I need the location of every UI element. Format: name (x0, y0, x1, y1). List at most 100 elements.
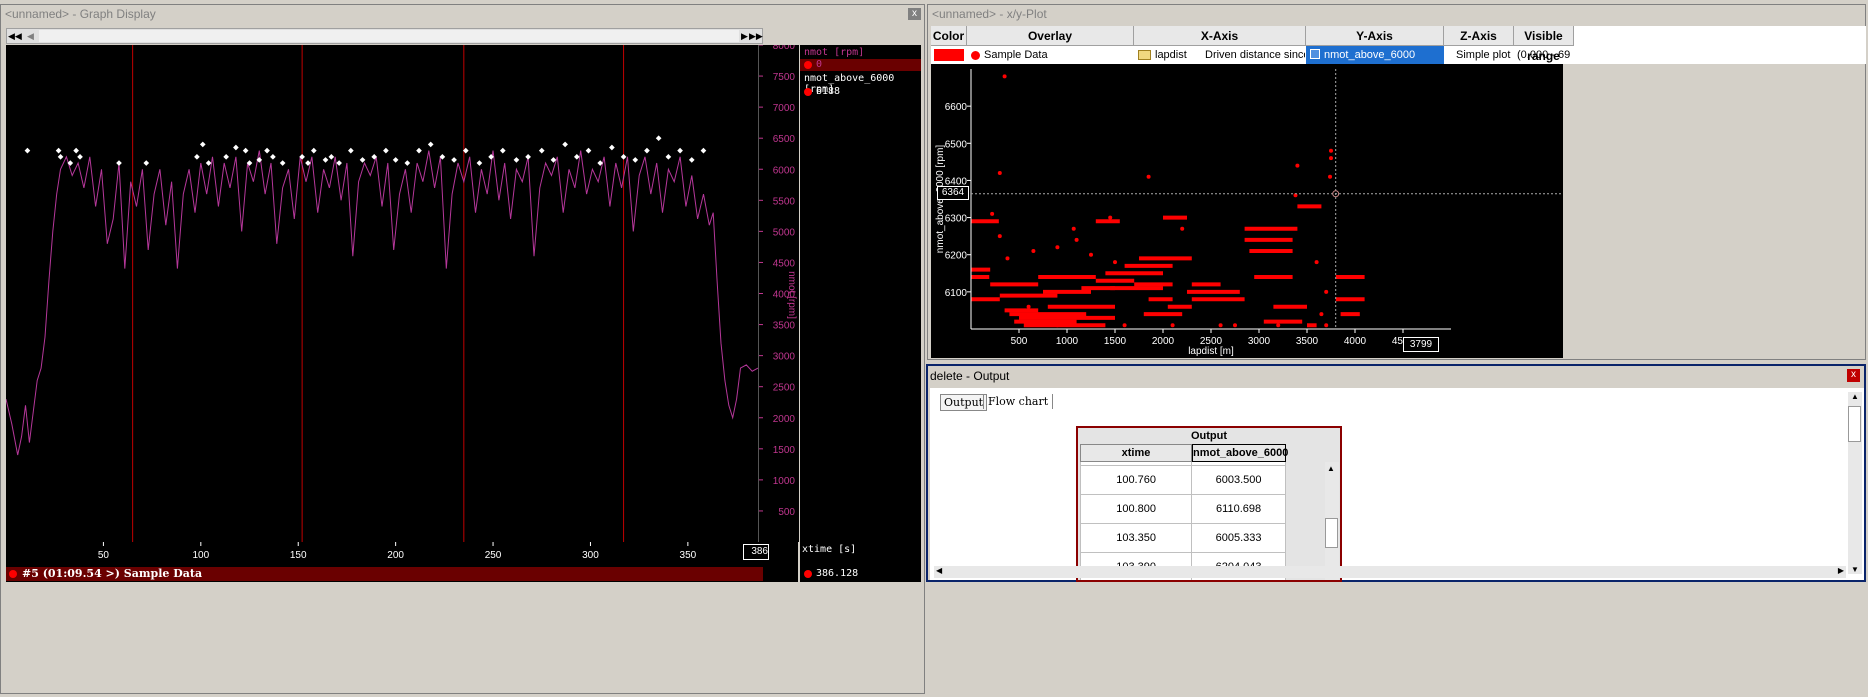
output-close-button[interactable]: x (1847, 369, 1860, 382)
rpm-line-chart[interactable] (6, 45, 758, 542)
scatter-point (1180, 226, 1185, 231)
xaxis-dot-icon (804, 570, 812, 578)
table-row[interactable]: 100.760 6003.500 (1080, 465, 1286, 495)
col-header-overlay[interactable]: Overlay (967, 26, 1134, 46)
xaxis-channel-box: xtime [s] (800, 542, 921, 566)
nav-scroll-thumb[interactable] (39, 30, 739, 42)
table-row[interactable]: 100.800 6110.698 (1080, 494, 1286, 524)
y-tick-label: 5500 (773, 196, 796, 207)
xaxis-value: 386.128 (816, 568, 859, 579)
nav-first-button[interactable]: ◀◀ (8, 29, 22, 43)
above-6000-marker (233, 144, 239, 151)
scatter-point (1074, 237, 1079, 242)
nav-next-button[interactable]: ▶ (741, 29, 748, 43)
tab-output[interactable]: Output (940, 394, 988, 411)
graph-display-title: <unnamed> - Graph Display (1, 5, 924, 23)
x-channel-name[interactable]: lapdist (1155, 45, 1205, 64)
col-header-x-axis[interactable]: X-Axis (1134, 26, 1306, 46)
scatter-point (1005, 256, 1010, 261)
above-6000-marker (451, 157, 457, 163)
xy-plot-window: <unnamed> - x/y-Plot x Color Overlay X-A… (927, 4, 1866, 360)
output-vertical-scrollbar[interactable]: ▲ ▼ (1848, 392, 1862, 574)
channel-nmot-label[interactable]: nmot [rpm] (804, 47, 864, 58)
channel-nmot-value-row[interactable]: 0 (800, 59, 921, 71)
above-6000-marker (270, 153, 276, 160)
xy-plot-area[interactable]: 5001000150020002500300035004000450061006… (931, 64, 1563, 358)
output-table-frame: Output xtime nmot_above_6000 100.760 6003… (1076, 426, 1342, 582)
scatter-point (1089, 252, 1093, 257)
cursor-y-value-box[interactable]: 6364 (937, 186, 969, 200)
scatter-point (1319, 312, 1324, 317)
status-lap-row[interactable]: #5 (01:09.54 >) Sample Data (6, 567, 763, 581)
scatter-point (997, 234, 1002, 239)
table-row[interactable]: 103.350 6005.333 (1080, 523, 1286, 553)
hscroll-left-icon[interactable]: ◀ (936, 566, 942, 575)
output-title-bar: delete - Output x (928, 366, 1864, 386)
scatter-point (1218, 323, 1223, 328)
above-6000-marker (688, 157, 695, 163)
vscroll-thumb[interactable] (1848, 406, 1861, 442)
cursor-x-value-box[interactable]: 386 (743, 544, 769, 560)
y-channel-cell[interactable]: nmot_above_6000 (1306, 46, 1444, 64)
scatter-point (1031, 249, 1036, 253)
x-tick-label: 100 (192, 550, 209, 561)
x-tick-label: 50 (98, 550, 110, 561)
above-6000-marker (55, 147, 62, 154)
rpm-vs-distance-scatter[interactable]: 5001000150020002500300035004000450061006… (931, 64, 1563, 358)
col-header-xtime[interactable]: xtime (1080, 444, 1192, 462)
above-6000-marker (322, 157, 329, 163)
vscroll-down-icon[interactable]: ▼ (1851, 565, 1859, 574)
nav-prev-button[interactable]: ◀ (27, 29, 34, 43)
x-tick-label: 200 (387, 550, 404, 561)
cursor-x-value-box-xy[interactable]: 3799 (1403, 337, 1439, 352)
overlay-table: Color Overlay X-Axis Y-Axis Z-Axis Visib… (931, 26, 1866, 64)
y-channel-name: nmot_above_6000 (1324, 49, 1416, 61)
col-header-y-axis[interactable]: Y-Axis (1306, 26, 1444, 46)
overlay-name[interactable]: Sample Data (984, 45, 1132, 64)
scatter-point (997, 171, 1002, 175)
scroll-thumb[interactable] (1325, 518, 1338, 548)
tab-flow-chart[interactable]: Flow chart (983, 394, 1054, 409)
output-table-scrollbar[interactable]: ▲ (1325, 462, 1339, 580)
cell-nmot-above-6000: 6110.698 (1191, 494, 1286, 524)
above-6000-marker (620, 153, 627, 160)
output-horizontal-scrollbar[interactable]: ◀ ▶ (934, 566, 1846, 578)
x-tick-label: 500 (1011, 336, 1028, 347)
cell-xtime: 103.350 (1080, 523, 1193, 553)
above-6000-marker (328, 153, 335, 160)
col-header-visible-range[interactable]: Visible range (1514, 26, 1574, 63)
y-tick-label: 2500 (773, 383, 796, 394)
x-axis-label: lapdist [m] (1188, 346, 1234, 357)
series-line-nmot (6, 150, 758, 456)
y-axis-title: nmot [rpm] (786, 271, 797, 319)
scatter-point (1170, 323, 1175, 328)
overlay-color-swatch[interactable] (934, 49, 964, 61)
xaxis-channel-label: xtime [s] (802, 544, 857, 555)
above-6000-marker (476, 160, 483, 166)
graph-close-button[interactable]: x (908, 8, 921, 20)
above-6000-marker (223, 153, 229, 160)
y-tick-label: 6000 (773, 165, 796, 176)
x-tick-label: 2000 (1152, 336, 1175, 347)
table-row[interactable]: 104.8106421.000 (1081, 582, 1286, 583)
z-axis-mode[interactable]: Simple plot (1456, 45, 1514, 64)
hscroll-right-icon[interactable]: ▶ (1838, 566, 1844, 575)
nav-last-button[interactable]: ▶▶ (749, 29, 763, 43)
output-table-title: Output (1190, 430, 1228, 442)
scroll-up-arrow-icon[interactable]: ▲ (1327, 464, 1335, 473)
vscroll-up-icon[interactable]: ▲ (1851, 392, 1859, 401)
col-header-z-axis[interactable]: Z-Axis (1444, 26, 1514, 46)
graph-plot-area[interactable] (6, 45, 758, 542)
y-channel-checkbox-icon[interactable] (1310, 49, 1320, 59)
col-header-nmot-above-6000[interactable]: nmot_above_6000 (1192, 444, 1288, 462)
scatter-point (1108, 215, 1113, 220)
above-6000-marker (264, 147, 270, 154)
above-6000-marker (24, 147, 31, 154)
above-6000-marker (525, 153, 531, 160)
above-6000-marker (194, 153, 200, 160)
col-header-color[interactable]: Color (931, 26, 967, 46)
above-6000-marker (632, 157, 639, 163)
graph-y-axis: 500 1000 1500 2000 2500 3000 3500 4000 4500 5000 5… (758, 45, 799, 542)
xaxis-value-box: 386.128 (800, 566, 921, 582)
overlay-dot-icon (971, 51, 980, 60)
